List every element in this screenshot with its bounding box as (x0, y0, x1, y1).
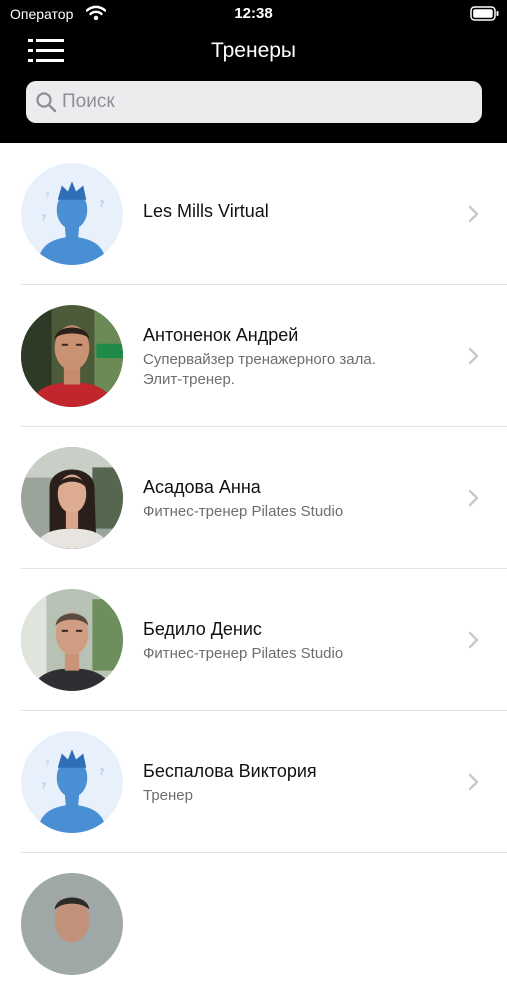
trainer-photo (21, 447, 123, 549)
avatar: ? ? ? (21, 731, 123, 833)
chevron-right-icon (468, 347, 479, 365)
status-bar: Оператор 12:38 (0, 0, 507, 28)
avatar (21, 873, 123, 975)
top-bar: Оператор 12:38 Тренеры (0, 0, 507, 143)
trainer-name: Бедило Денис (143, 619, 262, 639)
trainer-row[interactable]: Асадова Анна Фитнес-тренер Pilates Studi… (0, 427, 507, 569)
battery-icon (470, 6, 499, 21)
search-input[interactable] (62, 81, 472, 123)
trainer-row[interactable]: ? ? ? Беспалова Виктория Тренер (0, 711, 507, 853)
person-placeholder-icon: ? ? ? (21, 163, 123, 265)
avatar (21, 305, 123, 407)
trainer-name: Асадова Анна (143, 477, 261, 497)
trainer-photo (21, 305, 123, 407)
trainer-row[interactable]: Бедило Денис Фитнес-тренер Pilates Studi… (0, 569, 507, 711)
person-placeholder-icon: ? ? ? (21, 731, 123, 833)
trainer-position: Фитнес-тренер Pilates Studio (143, 503, 344, 520)
page-title: Тренеры (210, 39, 297, 62)
trainer-position: Фитнес-тренер Pilates Studio (143, 645, 344, 662)
svg-text:?: ? (100, 767, 105, 778)
trainer-position: Тренер (143, 787, 193, 804)
trainer-position-line2: Элит-тренер. (143, 371, 235, 388)
svg-text:?: ? (41, 213, 46, 224)
svg-text:?: ? (45, 191, 49, 200)
search-icon (36, 92, 57, 113)
svg-text:?: ? (100, 199, 105, 210)
chevron-right-icon (468, 205, 479, 223)
trainer-name: Беспалова Виктория (143, 761, 317, 781)
svg-text:?: ? (41, 781, 46, 792)
avatar (21, 589, 123, 691)
trainer-list: ? ? ? Les Mills Virtual Антоненок Андрей… (0, 143, 507, 995)
avatar: ? ? ? (21, 163, 123, 265)
svg-text:?: ? (45, 759, 49, 768)
search-bar[interactable] (26, 81, 482, 123)
trainer-row[interactable]: ? ? ? Les Mills Virtual (0, 143, 507, 285)
trainer-name: Антоненок Андрей (143, 325, 299, 345)
chevron-right-icon (468, 489, 479, 507)
trainer-row[interactable]: Антоненок Андрей Супервайзер тренажерног… (0, 285, 507, 427)
trainer-name: Les Mills Virtual (143, 201, 269, 221)
status-time: 12:38 (234, 5, 273, 22)
chevron-right-icon (468, 773, 479, 791)
avatar (21, 447, 123, 549)
trainer-photo (21, 589, 123, 691)
trainer-row[interactable] (0, 853, 507, 995)
trainer-photo (21, 873, 123, 975)
trainer-position: Супервайзер тренажерного зала. (143, 351, 376, 368)
chevron-right-icon (468, 631, 479, 649)
